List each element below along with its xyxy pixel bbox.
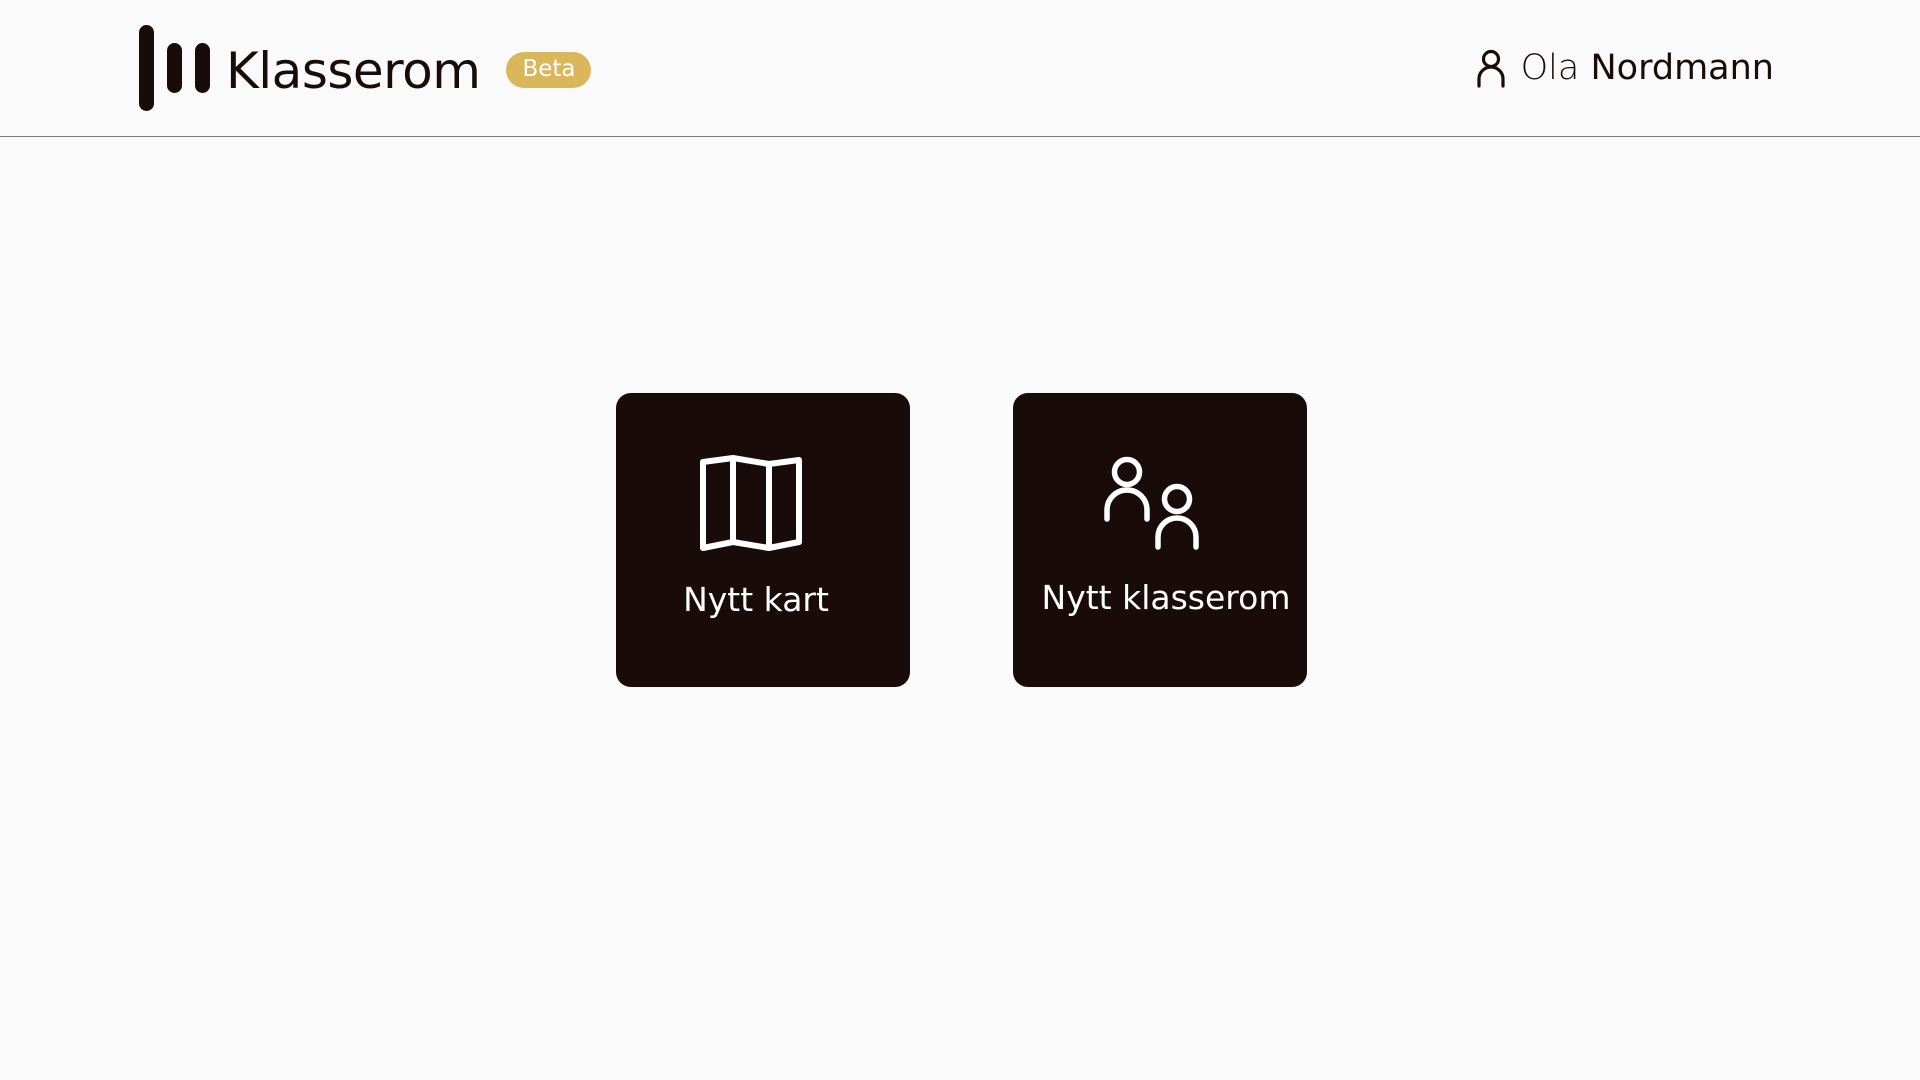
user-name: Ola Nordmann xyxy=(1520,47,1775,88)
new-map-button[interactable]: Nytt kart xyxy=(616,393,910,687)
people-icon xyxy=(1104,456,1199,550)
top-bar: Klasserom Beta Ola Nordmann xyxy=(0,0,1920,137)
user-menu[interactable]: Ola Nordmann xyxy=(1475,48,1774,88)
new-classroom-button[interactable]: Nytt klasserom xyxy=(1013,393,1307,687)
user-first-name: Ola xyxy=(1520,47,1580,88)
new-map-label: Nytt kart xyxy=(683,580,829,619)
app-name: Klasserom xyxy=(226,42,481,100)
map-icon xyxy=(700,455,802,551)
logo-mark-icon xyxy=(139,25,210,111)
app-logo[interactable]: Klasserom Beta xyxy=(139,25,592,111)
new-classroom-label: Nytt klasserom xyxy=(1041,578,1291,617)
logo-bar xyxy=(195,43,210,93)
user-icon xyxy=(1477,49,1505,88)
logo-bar xyxy=(139,25,154,111)
action-cards: Nytt kart Nytt klasserom xyxy=(616,393,1307,687)
beta-badge: Beta xyxy=(506,52,592,88)
logo-bar xyxy=(167,43,182,93)
user-last-name: Nordmann xyxy=(1590,47,1775,88)
